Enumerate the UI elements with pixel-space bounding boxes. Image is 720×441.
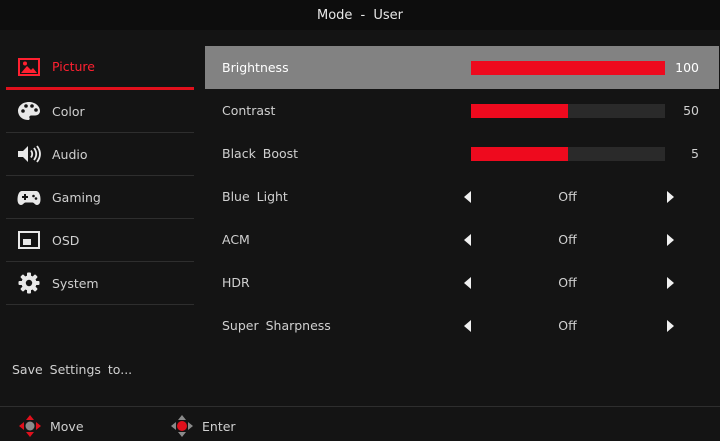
sidebar-item-audio[interactable]: Audio bbox=[6, 133, 194, 176]
acm-row[interactable]: ACM Off bbox=[205, 218, 719, 261]
picture-icon bbox=[16, 56, 42, 78]
settings-panel: Brightness 100 Contrast 50 Black Boost 5… bbox=[205, 46, 719, 347]
brightness-value: 100 bbox=[675, 60, 699, 75]
arrow-right-icon[interactable] bbox=[667, 190, 674, 203]
acm-label: ACM bbox=[222, 232, 250, 247]
enter-label: Enter bbox=[202, 418, 236, 434]
black-boost-row[interactable]: Black Boost 5 bbox=[205, 132, 719, 175]
brightness-slider-fill bbox=[471, 60, 665, 75]
sidebar-item-label: Color bbox=[52, 103, 85, 119]
contrast-slider-fill bbox=[471, 103, 568, 118]
arrow-right-icon[interactable] bbox=[667, 319, 674, 332]
enter-icon bbox=[171, 415, 193, 437]
sidebar-item-label: Picture bbox=[52, 59, 95, 74]
sidebar-item-label: OSD bbox=[52, 232, 80, 248]
contrast-value: 50 bbox=[683, 103, 699, 118]
arrow-right-icon[interactable] bbox=[667, 276, 674, 289]
super-sharpness-value: Off bbox=[558, 318, 577, 333]
black-boost-value: 5 bbox=[691, 146, 699, 161]
sidebar-item-osd[interactable]: OSD bbox=[6, 219, 194, 262]
mode-header: Mode - User bbox=[0, 0, 720, 30]
arrow-right-icon[interactable] bbox=[667, 233, 674, 246]
enter-hint: Enter bbox=[166, 415, 236, 437]
sidebar-item-label: Gaming bbox=[52, 189, 101, 205]
sidebar-item-color[interactable]: Color bbox=[6, 90, 194, 133]
palette-icon bbox=[16, 100, 42, 122]
osd-icon bbox=[16, 229, 42, 251]
brightness-slider[interactable] bbox=[471, 60, 665, 75]
brightness-row[interactable]: Brightness 100 bbox=[205, 46, 719, 89]
acm-value: Off bbox=[558, 232, 577, 247]
hdr-row[interactable]: HDR Off bbox=[205, 261, 719, 304]
gamepad-icon bbox=[16, 186, 42, 208]
arrow-left-icon[interactable] bbox=[464, 190, 471, 203]
super-sharpness-label: Super Sharpness bbox=[222, 318, 331, 333]
contrast-row[interactable]: Contrast 50 bbox=[205, 89, 719, 132]
sidebar-item-system[interactable]: System bbox=[6, 262, 194, 305]
sidebar-item-gaming[interactable]: Gaming bbox=[6, 176, 194, 219]
super-sharpness-row[interactable]: Super Sharpness Off bbox=[205, 304, 719, 347]
move-icon bbox=[19, 415, 41, 437]
contrast-label: Contrast bbox=[222, 103, 276, 118]
contrast-slider[interactable] bbox=[471, 103, 665, 118]
black-boost-slider[interactable] bbox=[471, 146, 665, 161]
blue-light-label: Blue Light bbox=[222, 189, 288, 204]
hdr-label: HDR bbox=[222, 275, 250, 290]
sidebar-item-label: System bbox=[52, 275, 99, 291]
hdr-value: Off bbox=[558, 275, 577, 290]
sidebar: Picture Color Audio Gaming OSD System bbox=[0, 46, 196, 305]
arrow-left-icon[interactable] bbox=[464, 319, 471, 332]
move-hint: Move bbox=[14, 415, 84, 437]
black-boost-label: Black Boost bbox=[222, 146, 299, 161]
arrow-left-icon[interactable] bbox=[464, 276, 471, 289]
black-boost-slider-fill bbox=[471, 146, 568, 161]
sidebar-item-picture[interactable]: Picture bbox=[6, 46, 194, 90]
move-label: Move bbox=[50, 418, 84, 434]
footer-hints: Move Enter bbox=[0, 406, 720, 441]
blue-light-value: Off bbox=[558, 189, 577, 204]
arrow-left-icon[interactable] bbox=[464, 233, 471, 246]
brightness-label: Brightness bbox=[222, 60, 289, 75]
blue-light-row[interactable]: Blue Light Off bbox=[205, 175, 719, 218]
save-settings-button[interactable]: Save Settings to... bbox=[12, 362, 132, 377]
speaker-icon bbox=[16, 143, 42, 165]
gear-icon bbox=[16, 272, 42, 294]
mode-title: Mode - User bbox=[316, 7, 403, 23]
sidebar-item-label: Audio bbox=[52, 146, 88, 162]
